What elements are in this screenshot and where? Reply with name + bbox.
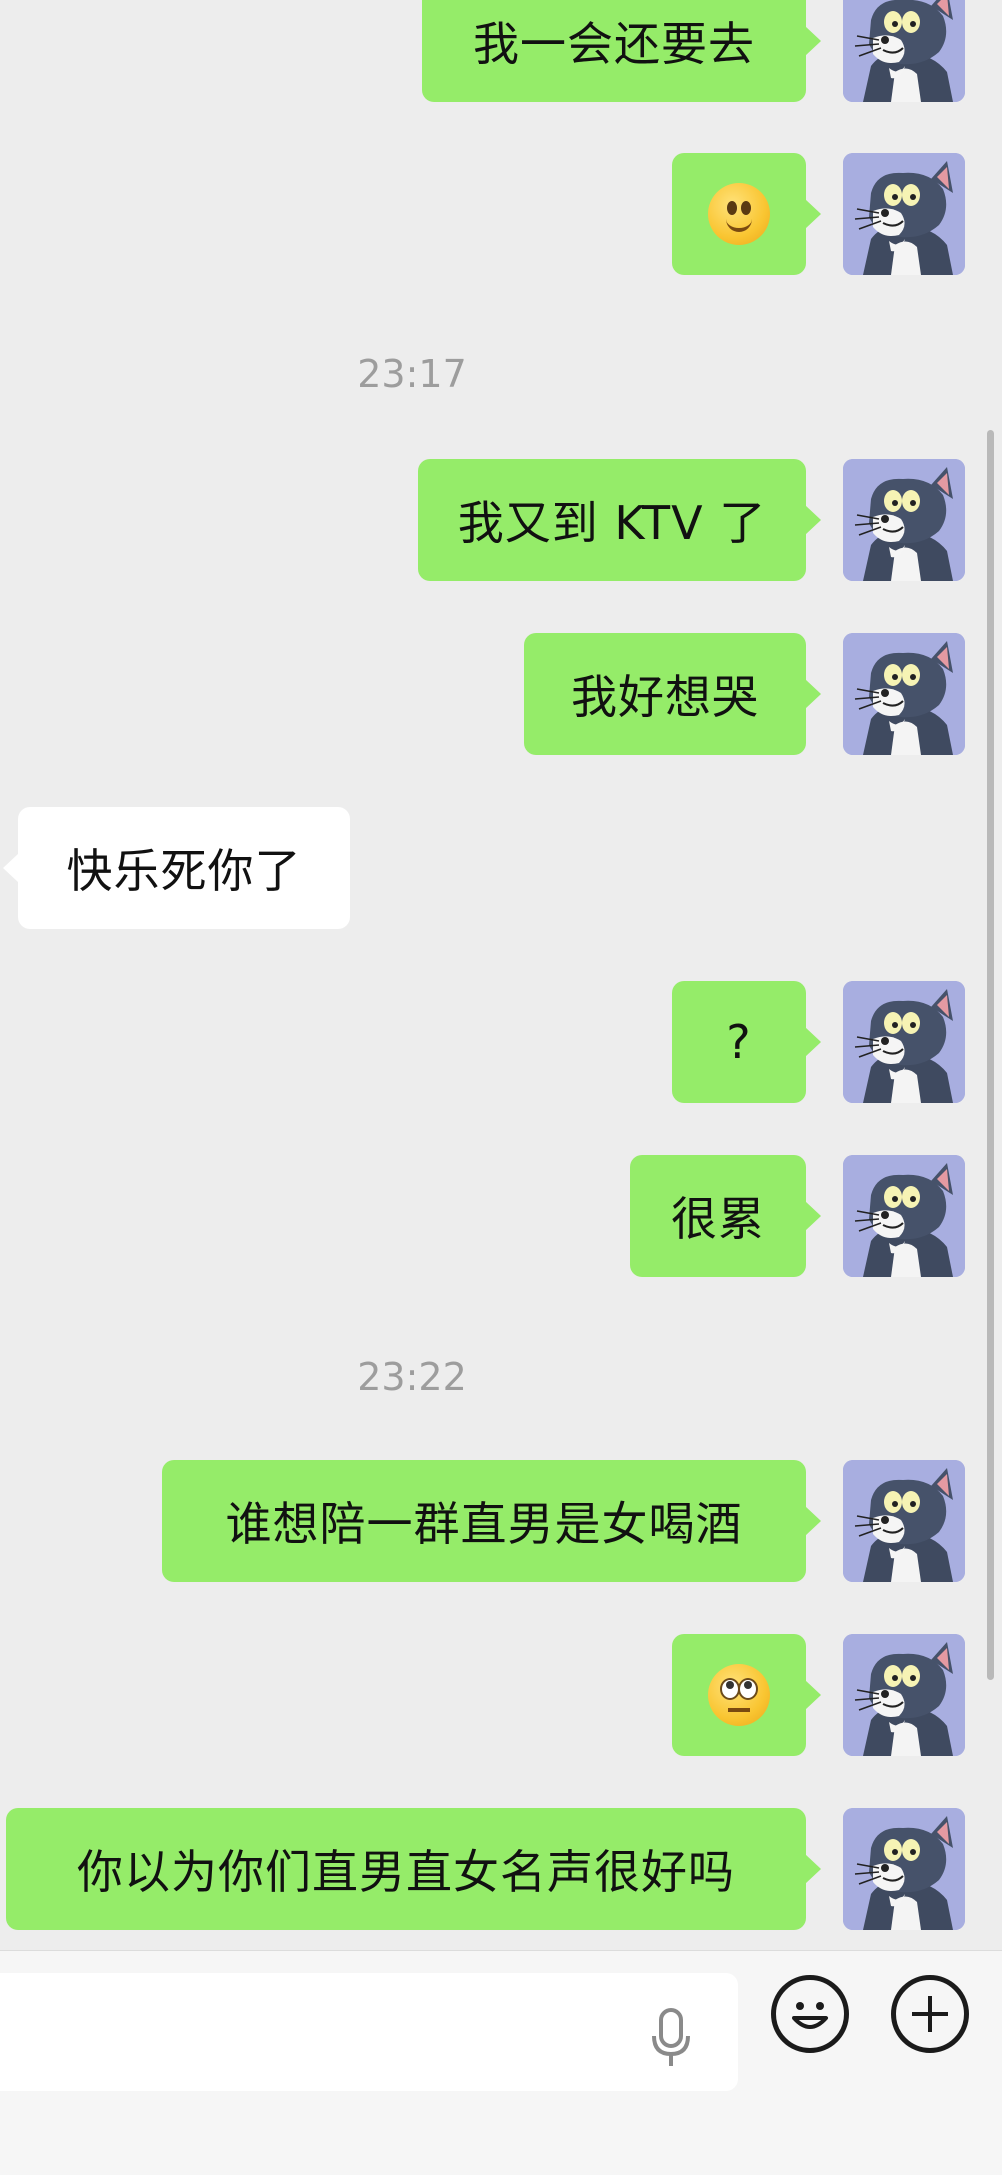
message-timestamp: 23:17 — [357, 352, 467, 396]
microphone-icon[interactable] — [650, 2008, 692, 2068]
message-bubble-sent[interactable] — [672, 1634, 821, 1756]
smile-emoji-icon — [708, 183, 770, 245]
message-input[interactable] — [0, 1973, 738, 2091]
message-bubble-sent[interactable]: ? — [672, 981, 821, 1103]
message-text: 很累 — [671, 1192, 765, 1246]
message-text: 谁想陪一群直男是女喝酒 — [225, 1497, 743, 1551]
avatar[interactable] — [843, 981, 965, 1103]
message-timestamp: 23:22 — [357, 1355, 467, 1399]
avatar[interactable] — [843, 1808, 965, 1930]
emoji-face-icon[interactable] — [771, 1975, 849, 2053]
avatar[interactable] — [843, 1634, 965, 1756]
eye-roll-emoji-icon — [708, 1664, 770, 1726]
message-bubble-sent[interactable]: 我又到 KTV 了 — [418, 459, 821, 581]
avatar[interactable] — [843, 0, 965, 102]
scrollbar[interactable] — [987, 430, 994, 1680]
message-bubble-sent[interactable]: 我好想哭 — [524, 633, 821, 755]
message-bubble-sent[interactable] — [672, 153, 821, 275]
message-text: 快乐死你了 — [66, 844, 302, 898]
avatar[interactable] — [843, 1155, 965, 1277]
chat-message-list[interactable]: 我一会还要去 23:17 我又到 KTV 了 我好想哭 快乐死你了 ? 很累 2… — [0, 0, 1002, 1950]
message-text: 我一会还要去 — [473, 17, 755, 71]
message-text: 你以为你们直男直女名声很好吗 — [77, 1845, 735, 1899]
message-bubble-sent[interactable]: 很累 — [630, 1155, 821, 1277]
message-text: 我好想哭 — [571, 670, 759, 724]
message-bubble-sent[interactable]: 我一会还要去 — [422, 0, 821, 102]
avatar[interactable] — [843, 459, 965, 581]
avatar[interactable] — [843, 633, 965, 755]
message-bubble-sent[interactable]: 你以为你们直男直女名声很好吗 — [6, 1808, 821, 1930]
avatar[interactable] — [843, 153, 965, 275]
plus-icon[interactable] — [891, 1975, 969, 2053]
avatar[interactable] — [843, 1460, 965, 1582]
input-bar — [0, 1950, 1002, 2175]
message-bubble-received[interactable]: 快乐死你了 — [3, 807, 350, 929]
message-text: 我又到 KTV 了 — [457, 496, 767, 550]
message-text: ? — [726, 1015, 752, 1069]
message-bubble-sent[interactable]: 谁想陪一群直男是女喝酒 — [162, 1460, 821, 1582]
